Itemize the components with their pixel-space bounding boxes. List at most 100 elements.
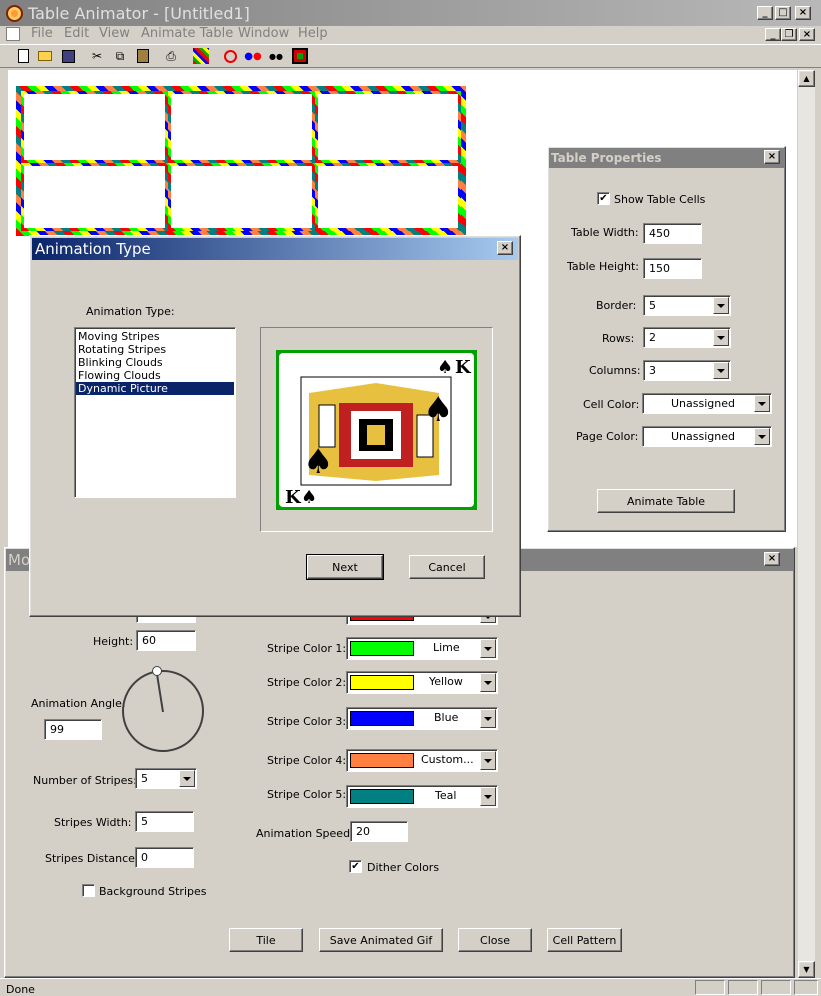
print-icon[interactable]: ⎙ xyxy=(162,47,180,65)
maximize-icon[interactable]: □ xyxy=(775,6,791,20)
columns-dropdown-icon[interactable] xyxy=(713,362,729,379)
cancel-button[interactable]: Cancel xyxy=(409,555,485,579)
minimize-icon[interactable]: _ xyxy=(757,6,773,20)
stripe-color-3-dropdown-icon[interactable] xyxy=(480,709,496,728)
doc-minimize-icon[interactable]: _ xyxy=(765,28,781,41)
list-item[interactable]: Rotating Stripes xyxy=(76,343,234,356)
rows-dropdown-icon[interactable] xyxy=(713,329,729,346)
save-animated-gif-button[interactable]: Save Animated Gif xyxy=(319,928,443,952)
number-of-stripes-select[interactable]: 5 xyxy=(135,768,197,789)
stripe-color-3-select[interactable]: Blue xyxy=(346,707,498,730)
tile-button[interactable]: Tile xyxy=(229,928,303,952)
svg-text:K: K xyxy=(285,487,302,507)
page-color-dropdown-icon[interactable] xyxy=(754,428,770,445)
app-logo-icon[interactable] xyxy=(6,5,23,22)
stripe-color-5-select[interactable]: Teal xyxy=(346,785,498,808)
paste-icon[interactable] xyxy=(134,47,152,65)
table-height-input[interactable]: 150 xyxy=(643,258,702,279)
next-button[interactable]: Next xyxy=(306,554,384,580)
app-title: Table Animator - [Untitled1] xyxy=(28,4,250,23)
show-cells-checkbox[interactable]: ✔ xyxy=(597,192,610,205)
stripe-color-2-swatch xyxy=(350,675,414,690)
animation-type-list[interactable]: Moving Stripes Rotating Stripes Blinking… xyxy=(74,327,236,498)
stripe-color-1-select[interactable]: Lime xyxy=(346,637,498,660)
stripe-color-3-swatch xyxy=(350,711,414,726)
svg-text:♠: ♠ xyxy=(437,357,453,378)
angle-handle[interactable] xyxy=(152,666,162,676)
stripe-color-5-dropdown-icon[interactable] xyxy=(480,787,496,806)
stripe-color-2-dropdown-icon[interactable] xyxy=(480,673,496,692)
stripes-panel-close-icon[interactable]: × xyxy=(764,552,780,566)
status-pane xyxy=(695,980,725,995)
stripes-distance-input[interactable]: 0 xyxy=(135,847,194,868)
animation-speed-input[interactable]: 20 xyxy=(350,821,408,842)
stripe-color-4-dropdown-icon[interactable] xyxy=(480,751,496,770)
table-cell xyxy=(21,163,168,231)
stripes-width-input[interactable]: 5 xyxy=(135,811,194,832)
list-item[interactable]: Moving Stripes xyxy=(76,330,234,343)
height-input[interactable]: 60 xyxy=(136,630,196,651)
animation-type-titlebar: Animation Type × xyxy=(32,238,518,260)
svg-text:♠: ♠ xyxy=(301,487,317,507)
table-properties-title: Table Properties xyxy=(551,151,662,165)
doc-restore-icon[interactable]: ❐ xyxy=(781,28,797,41)
animated-table[interactable] xyxy=(16,86,466,236)
stripe-color-2-select[interactable]: Yellow xyxy=(346,671,498,694)
ring-icon[interactable] xyxy=(221,47,239,65)
table-width-input[interactable]: 450 xyxy=(643,223,702,244)
scroll-up-icon[interactable]: ▲ xyxy=(798,70,815,87)
list-item-selected[interactable]: Dynamic Picture xyxy=(76,382,234,395)
copy-icon[interactable]: ⧉ xyxy=(111,47,129,65)
animation-type-title: Animation Type xyxy=(35,240,151,258)
dither-colors-checkbox[interactable]: ✔ xyxy=(349,860,362,873)
columns-select[interactable]: 3 xyxy=(643,360,731,381)
list-item[interactable]: Flowing Clouds xyxy=(76,369,234,382)
cell-pattern-button[interactable]: Cell Pattern xyxy=(547,928,622,952)
dots-black-icon[interactable]: ●● xyxy=(267,47,285,65)
page-color-select[interactable]: Unassigned xyxy=(642,426,772,447)
new-icon[interactable] xyxy=(14,47,32,65)
stripes-icon[interactable] xyxy=(192,47,210,65)
stripe-color-3-label: Stripe Color 3: xyxy=(267,715,347,728)
animate-table-button[interactable]: Animate Table xyxy=(597,489,735,513)
number-of-stripes-label: Number of Stripes: xyxy=(33,774,137,787)
menu-animate-table[interactable]: Animate Table xyxy=(141,26,233,41)
table-properties-close-icon[interactable]: × xyxy=(764,150,780,164)
background-stripes-checkbox[interactable] xyxy=(82,884,95,897)
cell-color-select[interactable]: Unassigned xyxy=(642,393,772,414)
status-pane xyxy=(794,980,818,995)
menu-edit[interactable]: Edit xyxy=(64,26,89,41)
menu-view[interactable]: View xyxy=(99,26,130,41)
angle-dial[interactable] xyxy=(122,666,204,752)
table-cell xyxy=(315,163,461,231)
animation-dialog-close-icon[interactable]: × xyxy=(497,241,513,255)
menu-file[interactable]: File xyxy=(31,26,53,41)
stripe-color-4-select[interactable]: Custom... xyxy=(346,749,498,772)
scroll-down-icon[interactable]: ▼ xyxy=(798,961,815,978)
cut-icon[interactable]: ✂ xyxy=(88,47,106,65)
border-select[interactable]: 5 xyxy=(643,295,731,316)
svg-text:♠: ♠ xyxy=(423,390,453,430)
border-label: Border: xyxy=(596,299,637,312)
stripes-width-label: Stripes Width: xyxy=(54,816,132,829)
border-dropdown-icon[interactable] xyxy=(713,297,729,314)
document-icon[interactable] xyxy=(6,27,20,41)
save-icon[interactable] xyxy=(59,47,77,65)
stripes-distance-label: Stripes Distance: xyxy=(45,852,139,865)
rows-select[interactable]: 2 xyxy=(643,327,731,348)
dots-color-icon[interactable]: ● ● xyxy=(244,47,262,65)
number-of-stripes-dropdown-icon[interactable] xyxy=(179,770,195,787)
menu-window[interactable]: Window xyxy=(238,26,289,41)
doc-close-icon[interactable]: × xyxy=(799,28,815,41)
stripe-color-1-dropdown-icon[interactable] xyxy=(480,639,496,658)
cell-color-dropdown-icon[interactable] xyxy=(754,395,770,412)
angle-input[interactable]: 99 xyxy=(44,719,102,740)
card-image: K ♠ K ♠ ♠ ♠ xyxy=(279,353,474,508)
picture-icon[interactable] xyxy=(291,47,309,65)
close-button[interactable]: Close xyxy=(458,928,532,952)
close-icon[interactable]: × xyxy=(795,6,811,20)
menu-help[interactable]: Help xyxy=(298,26,328,41)
vertical-scrollbar[interactable]: ▲ ▼ xyxy=(797,70,815,978)
list-item[interactable]: Blinking Clouds xyxy=(76,356,234,369)
open-icon[interactable] xyxy=(36,47,54,65)
